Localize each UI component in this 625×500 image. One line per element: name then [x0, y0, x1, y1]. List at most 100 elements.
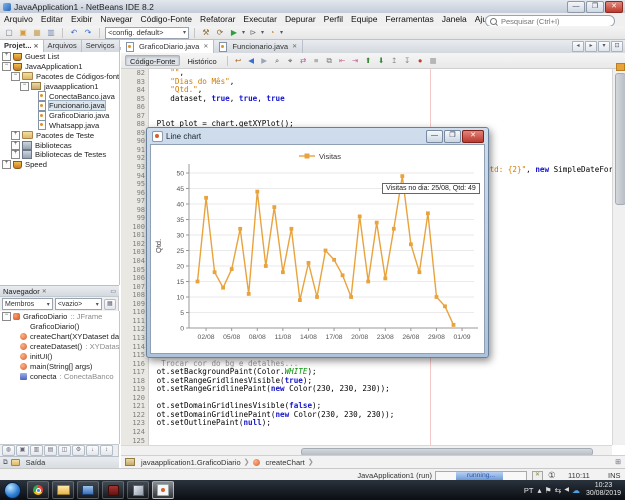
navigator-item[interactable]: main(String[] args) [0, 361, 119, 371]
close-icon[interactable]: ✕ [42, 288, 47, 295]
tab-list-dropdown-icon[interactable]: ▾ [598, 41, 610, 52]
flag-icon[interactable]: ⚑ [544, 486, 551, 495]
build-icon[interactable]: ⚒ [200, 27, 212, 38]
navigator-options-icon[interactable]: ▦ [104, 299, 116, 310]
shift-right-icon[interactable]: ⬇ [376, 55, 387, 66]
duplicate-icon[interactable]: ⧉ [324, 55, 335, 66]
tree-item[interactable]: +Bibliotecas de Testes [0, 150, 119, 160]
collapse-toggle[interactable]: − [2, 312, 11, 321]
menu-depurar[interactable]: Depurar [281, 13, 320, 26]
bean-view-icon[interactable]: ◍ [2, 445, 15, 456]
run-dropdown-icon[interactable]: ▾ [242, 29, 245, 36]
panel-tab-projet[interactable]: Projet...✕ [0, 40, 44, 52]
menu-navegar[interactable]: Navegar [96, 13, 136, 26]
profile-icon[interactable]: ◔ [266, 27, 278, 38]
scroll-tabs-right-icon[interactable]: ▸ [585, 41, 597, 52]
start-button[interactable] [4, 482, 21, 499]
close-icon[interactable]: ✕ [203, 43, 208, 50]
close-button[interactable]: ✕ [462, 130, 484, 143]
taskbar-file-explorer[interactable] [52, 481, 74, 499]
menu-janela[interactable]: Janela [438, 13, 471, 26]
minimize-button[interactable]: — [426, 130, 443, 143]
find-icon[interactable]: ⌕ [272, 55, 283, 66]
taskbar-clock[interactable]: 10:23 30/08/2019 [586, 482, 621, 498]
clean-build-icon[interactable]: ⟳ [214, 27, 226, 38]
vertical-scrollbar-thumb[interactable] [615, 73, 625, 205]
panel-tab-servios[interactable]: Serviços [82, 40, 120, 52]
expand-arrow-icon[interactable]: ▴ [537, 486, 541, 495]
back-icon[interactable]: ◀ [246, 55, 257, 66]
menu-editar[interactable]: Editar [37, 13, 67, 26]
breakpoint-icon[interactable]: ● [415, 55, 426, 66]
profile-dropdown-icon[interactable]: ▾ [280, 29, 283, 36]
editor-tab-funcionariojava[interactable]: Funcionario.java✕ [214, 40, 303, 53]
source-view-button[interactable]: Código-Fonte [125, 55, 180, 66]
shift-left-icon[interactable]: ⬆ [363, 55, 374, 66]
minimize-panel-icon[interactable]: ▭ [110, 288, 116, 295]
navigator-item[interactable]: createDataset(): XYDataset [0, 341, 119, 351]
tree-item[interactable]: Whatsapp.java [0, 121, 119, 131]
taskbar-workbench-app[interactable] [102, 481, 124, 499]
chart-canvas[interactable]: 0510152025303540455002/0805/0808/0811/08… [150, 144, 485, 354]
config-combo[interactable]: <config. default>▾ [105, 27, 189, 39]
language-indicator[interactable]: PT [524, 486, 534, 495]
menu-perfil[interactable]: Perfil [320, 13, 347, 26]
code-line[interactable]: 119 ot.setRangeGridlinePaint(new Color(2… [121, 385, 612, 394]
expand-toggle[interactable]: + [2, 160, 11, 169]
scroll-tabs-left-icon[interactable]: ◂ [572, 41, 584, 52]
breadcrumb-item-package[interactable]: javaapplication1.GraficoDiario [141, 458, 241, 467]
current-line-icon[interactable]: ▦ [428, 55, 439, 66]
expand-toggle[interactable]: + [2, 52, 11, 61]
tree-item[interactable]: +Speed [0, 160, 119, 170]
save-all-icon[interactable]: ▥ [45, 27, 57, 38]
tree-item[interactable]: GraficoDiario.java [0, 111, 119, 121]
close-icon[interactable]: ✕ [292, 43, 297, 50]
navigator-item[interactable]: GraficoDiario() [0, 321, 119, 331]
redo-icon[interactable]: ↷ [82, 27, 94, 38]
navigator-item[interactable]: createChart(XYDataset dataset): JFr [0, 331, 119, 341]
columns-icon[interactable]: ▥ [30, 445, 43, 456]
expand-toggle[interactable]: + [11, 141, 20, 150]
menu-refatorar[interactable]: Refatorar [196, 13, 239, 26]
tree-item[interactable]: −Pacotes de Códigos-fonte [0, 72, 119, 82]
volume-icon[interactable]: ◀ [564, 486, 569, 495]
output-tab-row[interactable]: ⧉ Saída [0, 456, 119, 468]
navigator-header[interactable]: Navegador ✕ ▭ [0, 285, 119, 297]
forward-icon[interactable]: ▶ [259, 55, 270, 66]
editor-tab-graficodiariojava[interactable]: GraficoDiario.java✕ [121, 39, 214, 53]
vertical-scrollbar[interactable] [612, 69, 625, 445]
debug-dropdown-icon[interactable]: ▾ [261, 29, 264, 36]
menu-executar[interactable]: Executar [239, 13, 281, 26]
navigator-item[interactable]: conecta: ConectaBanco [0, 371, 119, 381]
format-icon[interactable]: ≡ [311, 55, 322, 66]
move-up-icon[interactable]: ↥ [389, 55, 400, 66]
close-button[interactable]: ✕ [605, 1, 623, 13]
cloud-icon[interactable]: ☁ [572, 486, 580, 495]
tree-item[interactable]: ConectaBanco.java [0, 91, 119, 101]
new-file-icon[interactable]: ▢ [3, 27, 15, 38]
fields-icon[interactable]: ▤ [44, 445, 57, 456]
run-icon[interactable]: ▶ [228, 27, 240, 38]
last-edit-icon[interactable]: ↩ [233, 55, 244, 66]
tree-item[interactable]: +Guest List [0, 52, 119, 62]
collapse-toggle[interactable]: − [20, 82, 29, 91]
tree-item[interactable]: −JavaApplication1 [0, 62, 119, 72]
code-line[interactable]: 86 [121, 103, 612, 112]
output-tab-label[interactable]: Saída [26, 458, 46, 467]
breadcrumb-options-icon[interactable]: ⊞ [615, 458, 621, 466]
menu-arquivo[interactable]: Arquivo [0, 13, 37, 26]
menu-exibir[interactable]: Exibir [67, 13, 96, 26]
find-usages-icon[interactable]: ⌖ [285, 55, 296, 66]
taskbar-cube-app[interactable] [127, 481, 149, 499]
sort-source-icon[interactable]: ↕ [100, 445, 113, 456]
minimize-button[interactable]: — [567, 1, 585, 13]
maximize-button[interactable]: ❐ [586, 1, 604, 13]
expand-toggle[interactable]: + [11, 150, 20, 159]
quick-search[interactable] [488, 14, 620, 26]
tree-item[interactable]: +Bibliotecas [0, 140, 119, 150]
sync-icon[interactable]: ⇆ [555, 486, 562, 495]
maximize-button[interactable]: ❐ [444, 130, 461, 143]
close-icon[interactable]: ✕ [34, 44, 39, 50]
menu-equipe[interactable]: Equipe [347, 13, 381, 26]
comment-icon[interactable]: ⇤ [337, 55, 348, 66]
